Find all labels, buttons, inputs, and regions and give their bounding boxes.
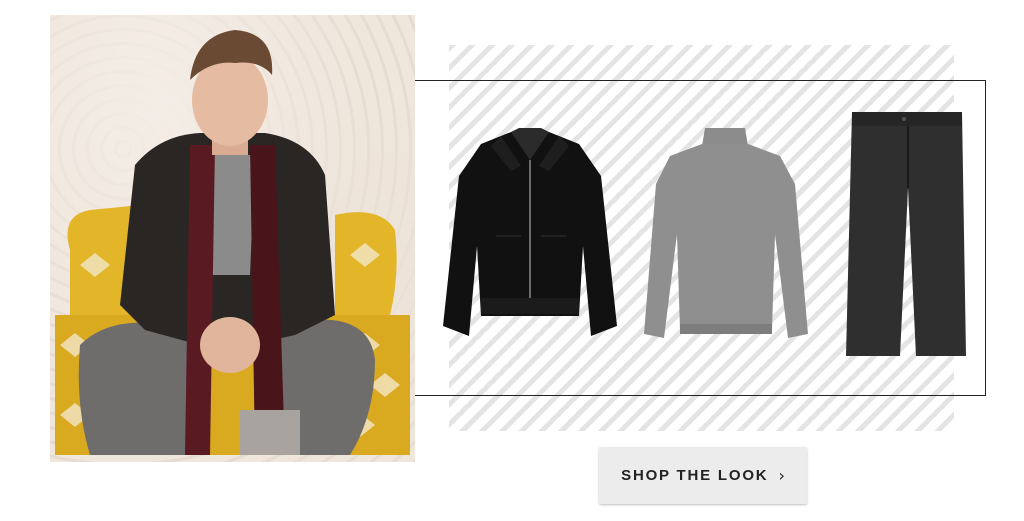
grey-sweater-image bbox=[644, 128, 808, 338]
product-leather-jacket[interactable] bbox=[441, 126, 619, 342]
leather-jacket-image bbox=[443, 128, 617, 336]
dark-trousers-image bbox=[846, 112, 966, 356]
shop-the-look-button[interactable]: SHOP THE LOOK › bbox=[599, 447, 807, 504]
chevron-right-icon: › bbox=[778, 466, 785, 485]
model-illustration bbox=[55, 30, 410, 455]
product-grey-sweater[interactable] bbox=[640, 124, 810, 342]
shop-the-look-label: SHOP THE LOOK bbox=[621, 467, 769, 484]
product-dark-trousers[interactable] bbox=[842, 108, 970, 360]
model-photo bbox=[50, 15, 415, 462]
